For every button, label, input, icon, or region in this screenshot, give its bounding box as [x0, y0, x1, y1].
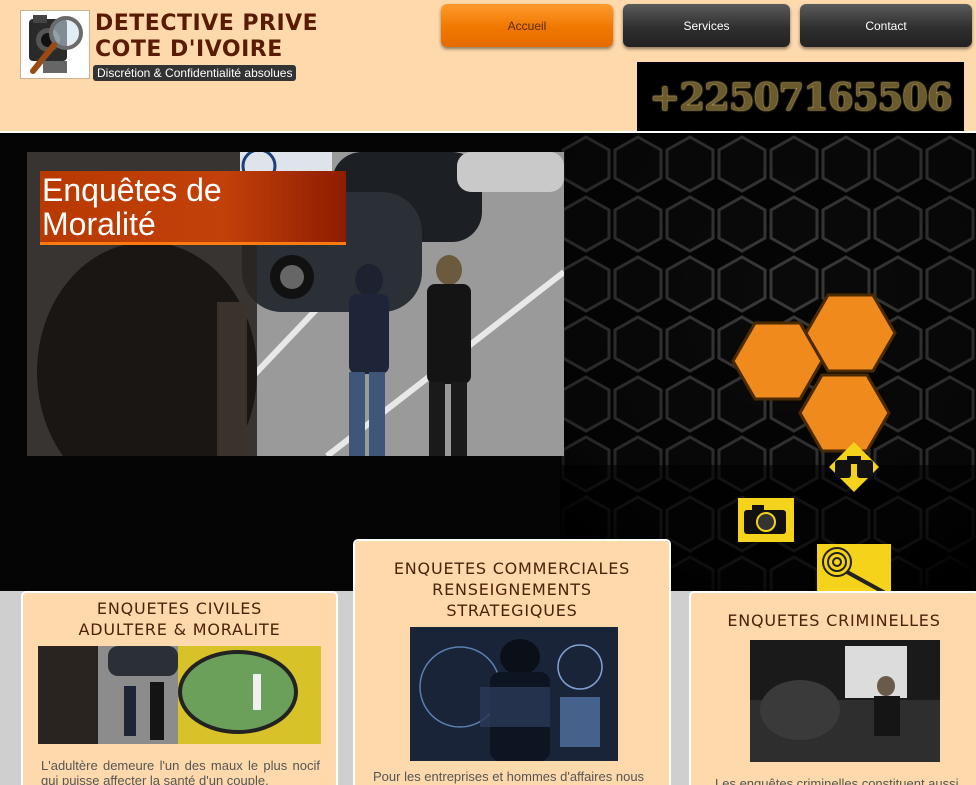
- detective-magnifier-logo-icon: [21, 11, 89, 78]
- hero-slide-title: Enquêtes de Moralité: [40, 171, 346, 245]
- fingerprint-magnifier-icon: [817, 544, 891, 591]
- nav-services-button[interactable]: Services: [623, 4, 790, 47]
- nav-contact-button[interactable]: Contact: [800, 4, 972, 47]
- card-commercial-text: Pour les entreprises et hommes d'affaire…: [373, 769, 645, 784]
- phone-number[interactable]: +22507165506: [637, 62, 964, 131]
- card-civil-title-line-2: ADULTERE & MORALITE: [78, 620, 281, 639]
- card-civil-text: L'adultère demeure l'un des maux le plus…: [41, 758, 320, 785]
- card-commercial-title-line-2: RENSEIGNEMENTS: [432, 580, 592, 599]
- card-criminal-title: ENQUETES CRIMINELLES: [727, 611, 941, 630]
- card-commercial-investigations[interactable]: ENQUETES COMMERCIALES RENSEIGNEMENTS STR…: [353, 539, 671, 785]
- brand-title: DETECTIVE PRIVE COTE D'IVOIRE: [95, 11, 318, 63]
- brand-line-2: COTE D'IVOIRE: [95, 37, 283, 62]
- hero-title-line-2: Moralité: [42, 206, 156, 242]
- card-commercial-title-line-1: ENQUETES COMMERCIALES: [393, 559, 631, 578]
- card-civil-photo: [38, 646, 321, 744]
- hero-title-line-1: Enquêtes de: [42, 172, 222, 208]
- card-civil-investigations[interactable]: ENQUETES CIVILES ADULTERE & MORALITE L'a…: [21, 591, 338, 785]
- card-commercial-title-line-3: STRATEGIQUES: [446, 601, 578, 620]
- card-civil-title: ENQUETES CIVILES ADULTERE & MORALITE: [23, 598, 336, 640]
- camera-icon: [738, 498, 794, 542]
- nav-home-button[interactable]: Accueil: [441, 4, 613, 47]
- site-header: DETECTIVE PRIVE COTE D'IVOIRE Discrétion…: [0, 0, 976, 133]
- card-criminal-photo: [750, 640, 940, 762]
- binoculars-icon: [829, 442, 879, 492]
- hero-banner: Enquêtes de Moralité: [0, 135, 976, 591]
- brand-line-1: DETECTIVE PRIVE: [95, 11, 319, 36]
- card-civil-title-line-1: ENQUETES CIVILES: [96, 599, 263, 618]
- card-commercial-photo: [410, 627, 618, 761]
- site-logo[interactable]: [20, 10, 90, 79]
- card-criminal-investigations[interactable]: ENQUETES CRIMINELLES Les enquêtes crimin…: [689, 591, 976, 785]
- tagline: Discrétion & Confidentialité absolues: [93, 65, 297, 81]
- card-commercial-title: ENQUETES COMMERCIALES RENSEIGNEMENTS STR…: [355, 558, 669, 621]
- card-criminal-text: Les enquêtes criminelles constituent aus…: [715, 776, 959, 785]
